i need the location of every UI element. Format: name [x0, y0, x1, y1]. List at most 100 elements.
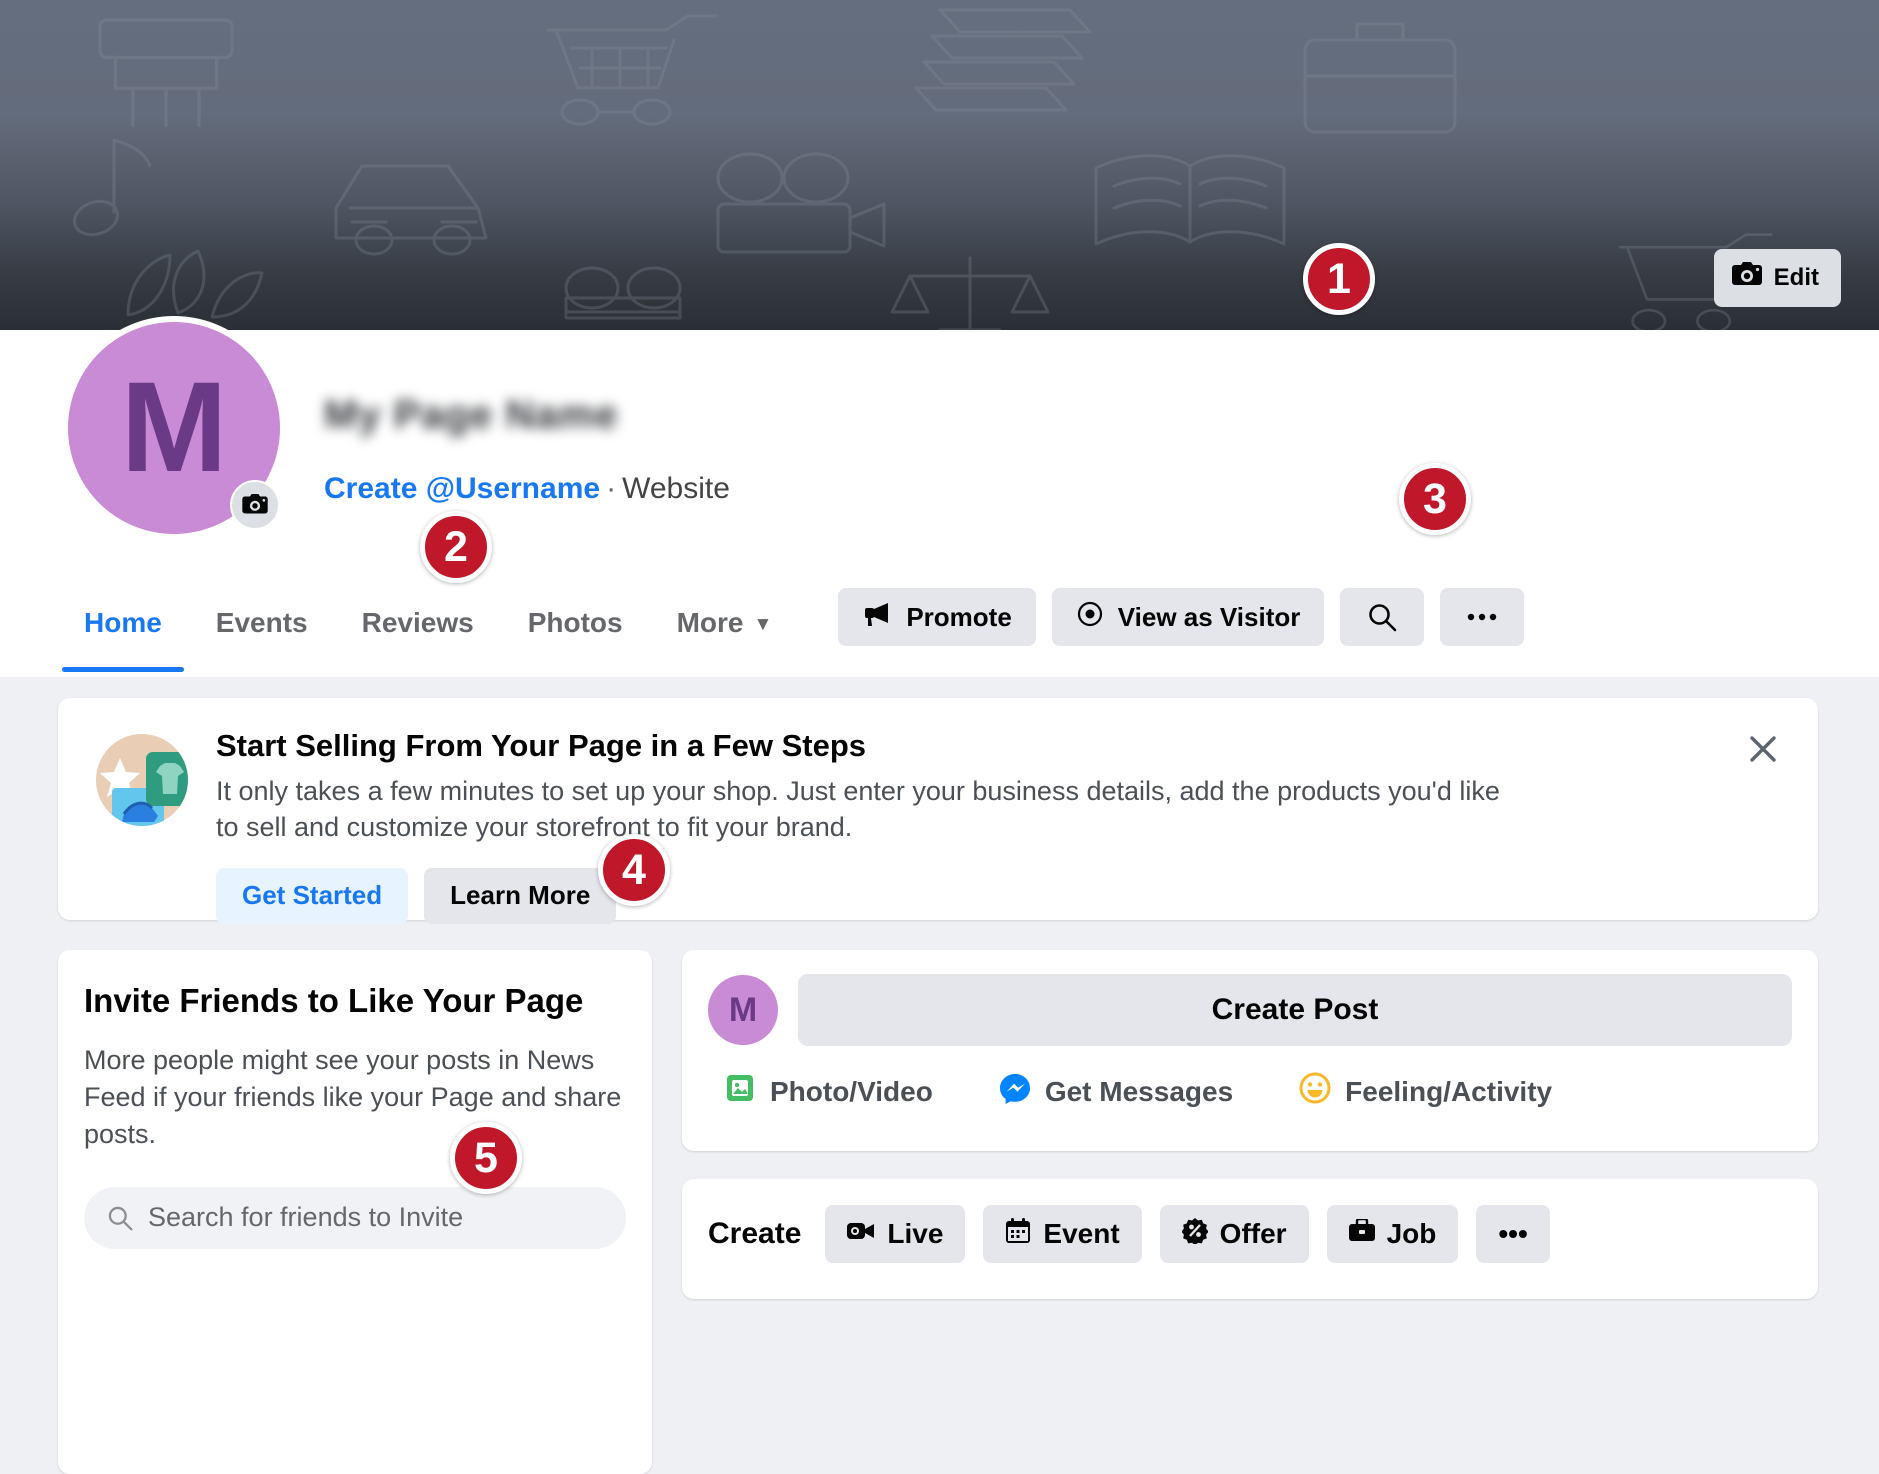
promote-button[interactable]: Promote: [838, 588, 1036, 646]
search-icon: [108, 1206, 133, 1231]
messenger-icon: [999, 1072, 1031, 1111]
page-search-button[interactable]: [1340, 588, 1425, 646]
chevron-down-icon: ▼: [753, 614, 773, 635]
create-offer-label: Offer: [1219, 1218, 1287, 1249]
cover-photo[interactable]: Edit: [0, 0, 1879, 330]
camera-icon: [1731, 261, 1762, 295]
post-avatar: M: [708, 975, 778, 1045]
shop-storefront-icon: [94, 732, 190, 828]
shop-promo-title: Start Selling From Your Page in a Few St…: [216, 728, 867, 763]
paint-brush-icon: [98, 18, 234, 128]
post-avatar-initial: M: [728, 990, 758, 1029]
create-label: Create: [708, 1217, 802, 1250]
page-tabs: Home Events Reviews Photos More ▼: [62, 588, 804, 672]
avatar-initial: M: [120, 356, 228, 499]
tab-home-label: Home: [84, 607, 162, 638]
edit-cover-button[interactable]: Edit: [1713, 249, 1841, 307]
invite-search-input[interactable]: [148, 1202, 604, 1234]
invite-friends-card: Invite Friends to Like Your Page More pe…: [58, 950, 652, 1474]
offer-tag-icon: [1181, 1217, 1209, 1251]
briefcase-icon: [1348, 1217, 1375, 1250]
subtitle-separator: ·: [606, 472, 617, 505]
tab-events[interactable]: Events: [194, 588, 330, 658]
facebook-page-screen: Edit M My Page Name Create @Username · Web…: [0, 0, 1879, 1474]
book-icon: [1094, 154, 1286, 246]
calendar-icon: [1005, 1217, 1031, 1251]
live-video-icon: [847, 1218, 875, 1250]
feeling-activity-button[interactable]: Feeling/Activity: [1299, 1072, 1552, 1111]
get-started-button[interactable]: Get Started: [216, 867, 409, 924]
shop-promo-description: It only takes a few minutes to set up yo…: [216, 776, 1500, 842]
create-job-label: Job: [1386, 1218, 1437, 1249]
step-badge-5: 5: [450, 1122, 522, 1194]
create-username-link[interactable]: Create @Username: [324, 472, 600, 505]
photo-video-label: Photo/Video: [770, 1075, 933, 1107]
briefcase-icon: [1303, 22, 1457, 134]
create-job-button[interactable]: Job: [1326, 1205, 1459, 1263]
page-title: My Page Name: [324, 393, 618, 438]
scales-icon: [890, 256, 1050, 330]
car-icon: [334, 164, 488, 256]
create-event-label: Event: [1043, 1218, 1120, 1249]
cover-pattern: [0, 0, 1879, 330]
avatar-wrapper: M: [62, 316, 286, 540]
leaf-icon: [126, 249, 264, 319]
tab-events-label: Events: [215, 607, 308, 638]
step-badge-4: 4: [598, 834, 670, 906]
create-live-label: Live: [887, 1218, 944, 1249]
step-badge-3: 3: [1399, 463, 1471, 535]
close-icon: [1750, 736, 1776, 762]
tab-photos[interactable]: Photos: [506, 588, 645, 658]
create-offer-button[interactable]: Offer: [1159, 1205, 1309, 1263]
shop-promo-card: Start Selling From Your Page in a Few St…: [58, 698, 1818, 924]
photo-video-icon: [724, 1072, 756, 1111]
document-icon: [914, 8, 1092, 112]
tab-photos-label: Photos: [527, 607, 623, 638]
tab-reviews-label: Reviews: [361, 607, 474, 638]
film-camera-icon: [716, 152, 886, 254]
edit-cover-label: Edit: [1773, 264, 1819, 291]
create-more-button[interactable]: •••: [1476, 1205, 1550, 1263]
step-badge-2: 2: [420, 511, 492, 583]
feeling-activity-label: Feeling/Activity: [1345, 1075, 1553, 1107]
create-event-button[interactable]: Event: [983, 1205, 1142, 1263]
music-note-icon: [73, 138, 152, 237]
step-badge-1: 1: [1303, 243, 1375, 315]
close-shop-promo-button[interactable]: [1740, 726, 1786, 772]
learn-more-button[interactable]: Learn More: [424, 867, 617, 924]
page-action-buttons: Promote View as Visitor: [838, 588, 1525, 646]
page-more-options-button[interactable]: [1440, 588, 1525, 646]
camera-icon: [242, 494, 268, 514]
tab-home[interactable]: Home: [62, 588, 184, 672]
view-as-visitor-label: View as Visitor: [1117, 601, 1301, 632]
get-messages-label: Get Messages: [1044, 1075, 1234, 1107]
create-post-button[interactable]: Create Post: [798, 974, 1792, 1046]
ellipsis-icon: •••: [1498, 1218, 1528, 1249]
shopping-cart-icon: [546, 14, 718, 126]
tab-more[interactable]: More ▼: [655, 588, 795, 658]
create-post-card: M Create Post Photo/Video Get Messages F…: [682, 950, 1818, 1151]
invite-friends-description: More people might see your posts in News…: [84, 1045, 622, 1149]
eye-icon: [1076, 600, 1104, 635]
website-label[interactable]: Website: [622, 472, 730, 505]
promote-label: Promote: [906, 601, 1012, 632]
megaphone-icon: [862, 601, 892, 634]
game-controller-icon: [564, 266, 682, 320]
page-content: Start Selling From Your Page in a Few St…: [0, 677, 1879, 1474]
tab-more-label: More: [676, 607, 744, 638]
page-nav-bar: Home Events Reviews Photos More ▼ Promot…: [0, 588, 1879, 677]
smiley-icon: [1299, 1072, 1331, 1111]
page-subtitle: Create @Username · Website: [324, 472, 730, 506]
create-live-button[interactable]: Live: [825, 1205, 966, 1263]
avatar-camera-button[interactable]: [230, 480, 280, 530]
search-icon: [1369, 604, 1397, 632]
create-shortcuts-card: Create Live Event Offer Job •••: [682, 1179, 1818, 1299]
get-messages-button[interactable]: Get Messages: [999, 1072, 1233, 1111]
photo-video-button[interactable]: Photo/Video: [724, 1072, 933, 1111]
invite-search-field[interactable]: [84, 1186, 626, 1249]
invite-friends-title: Invite Friends to Like Your Page: [84, 982, 584, 1019]
ellipsis-icon: [1468, 613, 1497, 621]
page-title-text: My Page Name: [324, 393, 619, 437]
tab-reviews[interactable]: Reviews: [340, 588, 496, 658]
view-as-visitor-button[interactable]: View as Visitor: [1051, 588, 1325, 646]
